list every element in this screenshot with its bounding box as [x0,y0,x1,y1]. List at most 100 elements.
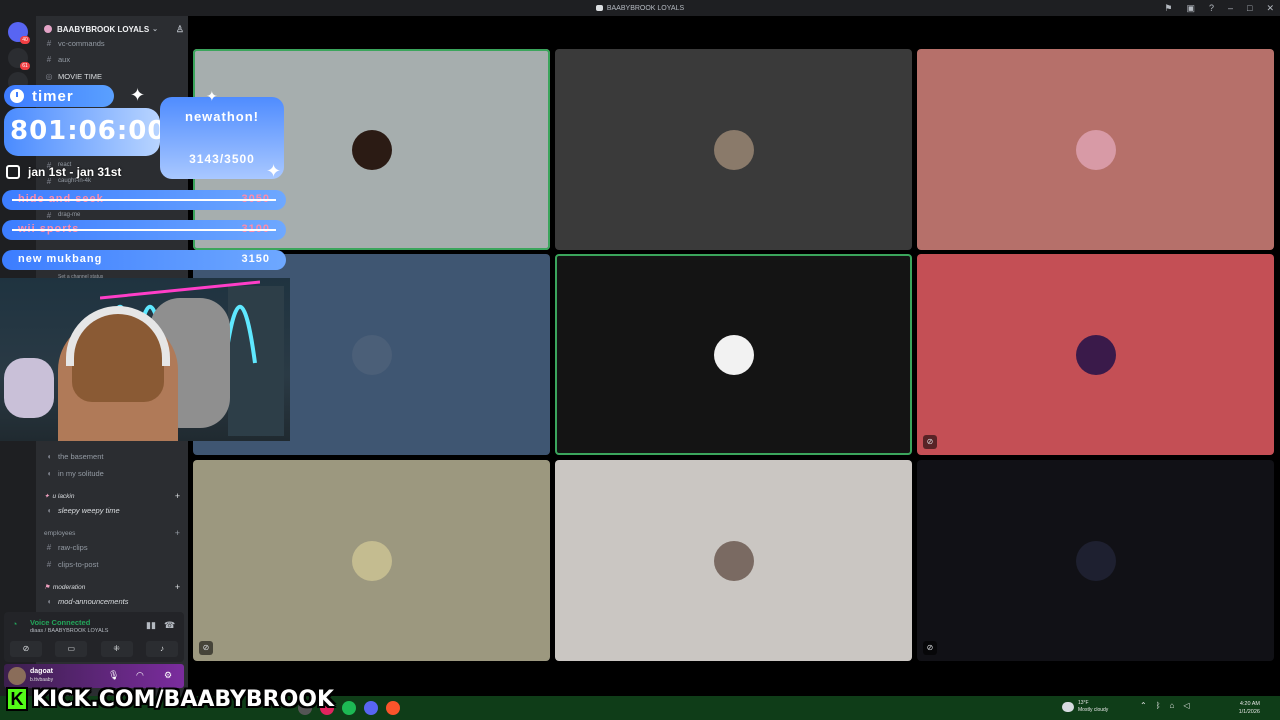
spotify-icon[interactable] [342,701,356,715]
timer-label: timer [32,87,74,105]
add-channel-icon[interactable]: + [175,491,180,501]
system-tray: ⌃ ᛒ ⌂ ◁ [1140,701,1190,710]
network-icon[interactable]: ⌂ [1170,701,1175,710]
participant-avatar [1075,540,1116,581]
chevron-up-icon[interactable]: ⌃ [1140,701,1147,710]
taskbar-clock[interactable]: 4:20 AM 1/1/2026 [1226,700,1260,716]
channel-clips-to-post[interactable]: # clips-to-post [44,557,99,571]
video-tile[interactable] [555,254,912,455]
headphones-icon[interactable]: ◠ [136,670,144,681]
title-bar: BAABYBROOK LOYALS ⚑ ▣ ? – □ ✕ [0,0,1280,16]
participant-avatar [713,334,754,375]
stage-icon: ◎ [45,71,53,81]
muted-icon: ⊘ [923,435,937,449]
speaker-icon: ◖ [46,451,52,461]
bluetooth-icon[interactable]: ᛒ [1156,701,1161,710]
timer-box: 801:06:00 [4,108,165,156]
channel-raw-clips[interactable]: # raw-clips [44,540,88,554]
newathon-title: newathon! [185,109,259,124]
screen-icon[interactable]: ▣ [1186,0,1195,16]
muted-icon: ⊘ [199,641,213,655]
minimize-button[interactable]: – [1228,0,1233,16]
channel-in-my-solitude[interactable]: ◖ in my solitude [44,466,104,480]
server-name: BAABYBROOK LOYALS [57,24,150,34]
server-icon[interactable]: 61 [8,48,30,70]
category-employees[interactable]: employees + [44,527,180,539]
voice-channel-path[interactable]: diaas / BAABYBROOK LOYALS [30,628,108,634]
window-controls: ⚑ ▣ ? – □ ✕ [1164,0,1274,16]
server-header[interactable]: BAABYBROOK LOYALS ⌄ ♙ [44,22,184,36]
voice-status[interactable]: Voice Connected [30,618,90,627]
flag-icon: ⚑ [44,584,50,591]
weather-widget[interactable]: 13°F Mostly cloudy [1062,700,1108,714]
channel-label: vc-commands [58,38,105,48]
add-channel-icon[interactable]: + [175,528,180,538]
channel-label: aux [58,54,71,64]
participant-avatar [713,129,754,170]
goal-name: new mukbang [18,253,103,265]
weather-desc: Mostly cloudy [1078,707,1109,713]
hash-icon: # [46,559,52,569]
participant-avatar [351,334,392,375]
microphone-icon[interactable]: 🎙 [108,670,119,681]
avatar[interactable] [8,667,26,685]
video-tile[interactable]: ⊘ [193,460,550,661]
volume-icon[interactable]: ◁ [1183,701,1189,710]
channel-label: MOVIE TIME [58,71,103,81]
date-range: jan 1st - jan 31st [6,163,156,181]
window-title: BAABYBROOK LOYALS [606,4,685,12]
muted-icon: ⊘ [923,641,937,655]
category-moderation[interactable]: ⚑ moderation + [44,581,180,593]
brave-icon[interactable] [386,701,400,715]
camera-off-button[interactable]: ⊘ [10,641,42,657]
close-button[interactable]: ✕ [1266,0,1274,16]
category-u-lackin[interactable]: ✦ u lackin + [44,490,180,502]
goal-value: 3150 [241,253,270,265]
chevron-down-icon: ⌄ [152,26,159,33]
username[interactable]: dagoat [30,668,53,675]
sparkle-icon: ✦ [130,85,146,105]
add-channel-icon[interactable]: + [175,582,180,592]
channel-the-basement[interactable]: ◖ the basement [44,449,104,463]
kick-logo: K [6,687,28,711]
channel-label: in my solitude [58,468,104,478]
inbox-icon[interactable]: ⚑ [1164,0,1172,16]
channel-label: raw-clips [58,542,88,552]
soundboard-button[interactable]: ♪ [145,641,178,657]
category-label: moderation [52,583,86,591]
hash-icon: # [46,210,52,220]
sparkle-icon: ✦ [266,161,282,181]
weather-temp: 13°F [1078,700,1089,706]
voice-connected-panel: ◔ Voice Connected diaas / BAABYBROOK LOY… [4,612,184,662]
timer-pill: timer [4,85,114,107]
help-icon[interactable]: ? [1209,0,1214,16]
disconnect-icon[interactable]: ☎ [164,620,175,631]
video-tile[interactable] [555,49,912,250]
maximize-button[interactable]: □ [1247,0,1252,16]
home-button[interactable]: 40 [8,22,30,44]
add-member-icon[interactable]: ♙ [176,24,184,35]
voice-actions: ⊘ ▭ ⁜ ♪ [10,641,178,657]
video-tile[interactable]: ⊘ [917,460,1274,661]
category-label: u lackin [52,492,75,500]
channel-label: drag-me [58,212,81,218]
clock-time: 4:20 AM [1239,701,1260,707]
video-tile[interactable]: ⊘ [917,254,1274,455]
activities-button[interactable]: ⁜ [100,641,133,657]
screen-share-button[interactable]: ▭ [55,641,88,657]
video-tile[interactable] [555,460,912,661]
channel-movie-time[interactable]: ◎ MOVIE TIME [44,69,103,83]
channel-vc-commands[interactable]: # vc-commands [44,36,105,50]
noise-suppression-icon[interactable]: ▮▮ [146,620,156,631]
category-label: employees [44,529,76,537]
kick-url: KICK.COM/BAABYBROOK [32,686,335,712]
home-badge: 40 [20,36,30,44]
channel-aux[interactable]: # aux [44,52,70,66]
discord-icon[interactable] [364,701,378,715]
gear-icon[interactable]: ⚙ [164,670,172,681]
channel-mod-announcements[interactable]: ◖ mod-announcements [44,594,129,608]
channel-sleepy-weepy-time[interactable]: ◖ sleepy weepy time [44,503,120,517]
video-tile[interactable] [917,49,1274,250]
signal-icon: ◔ [12,619,18,629]
goal-bar: new mukbang 3150 [2,250,286,270]
